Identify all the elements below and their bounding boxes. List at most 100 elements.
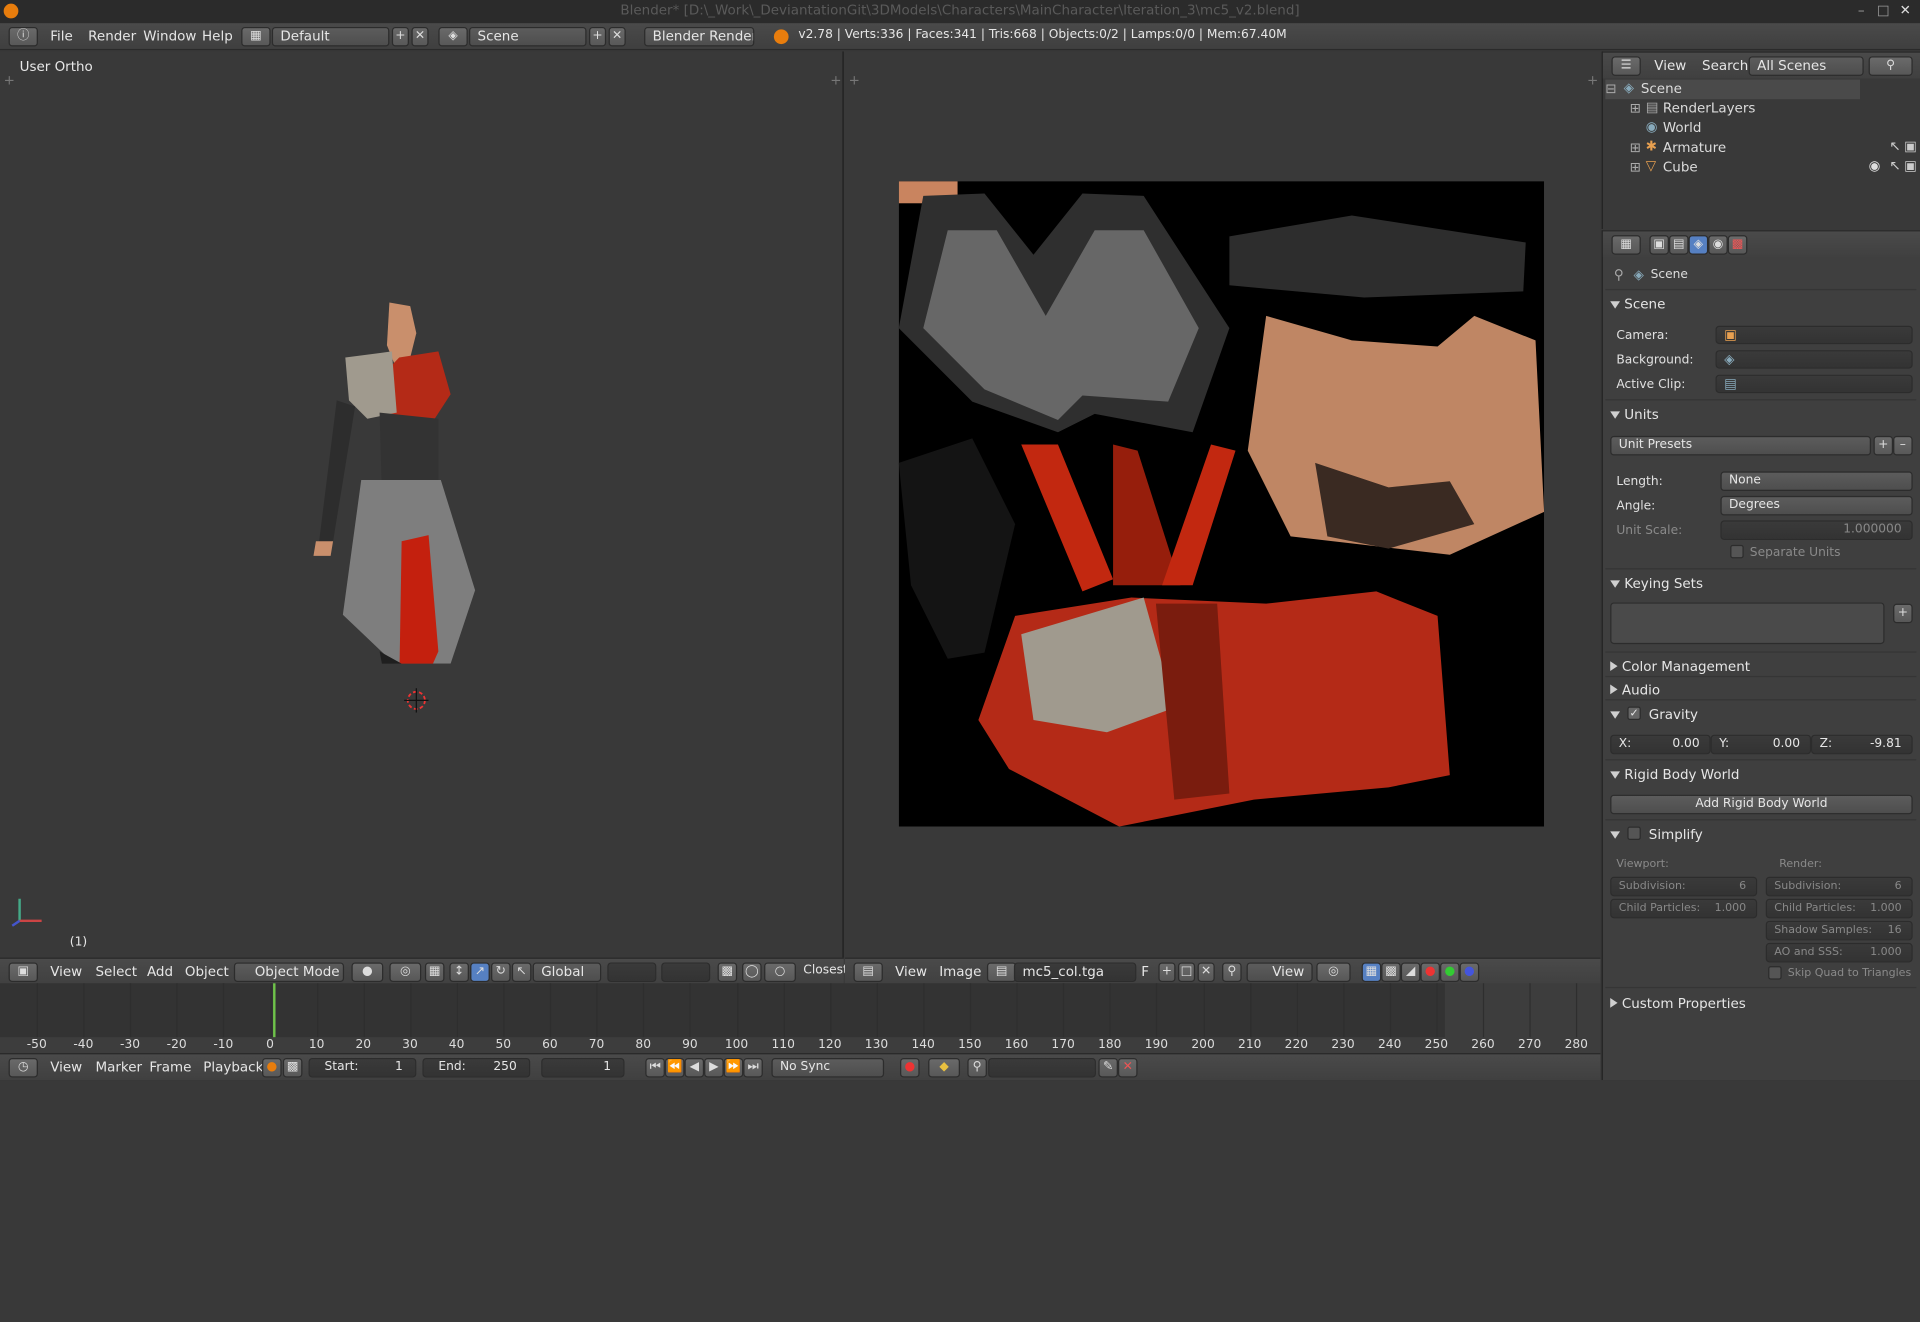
panel-rigid-body-header[interactable]: Rigid Body World [1610,767,1739,782]
active-clip-field[interactable]: ▤ [1715,374,1913,394]
eye-icon[interactable]: ◉ [1869,158,1881,174]
proportional-edit-icon[interactable]: ◯ [742,962,762,983]
add-rigid-body-world-button[interactable]: Add Rigid Body World [1610,794,1913,815]
menu-object[interactable]: Object [185,964,229,980]
remove-layout-icon[interactable]: ✕ [411,26,429,47]
panel-custom-properties-header[interactable]: Custom Properties [1610,996,1746,1011]
corner-plus-icon[interactable]: + [830,72,841,88]
unit-scale-field[interactable]: 1.000000 [1720,520,1913,541]
panel-color-management-header[interactable]: Color Management [1610,659,1750,675]
prev-keyframe-icon[interactable]: ⏪ [664,1057,685,1078]
outliner-row-renderlayers[interactable]: ⊞ ▤ RenderLayers [1605,99,1860,119]
render-subdivision-field[interactable]: Subdivision: 6 [1765,876,1913,897]
lock-range-icon[interactable]: ▩ [282,1057,303,1078]
add-scene-icon[interactable]: + [588,26,607,47]
editor-type-timeline-icon[interactable]: ◷ [8,1057,38,1078]
background-field[interactable]: ◈ [1715,350,1913,369]
panel-keying-sets-header[interactable]: Keying Sets [1610,576,1703,591]
panel-gravity-header[interactable]: ✓ Gravity [1610,706,1698,722]
menu-help[interactable]: Help [202,28,233,44]
view-mode-dropdown[interactable]: View [1246,962,1313,983]
editor-type-properties-icon[interactable]: ▦ [1611,235,1641,255]
character-model[interactable] [294,296,490,664]
transform-orientation-dropdown[interactable]: Global [532,962,602,983]
search-icon[interactable]: ⚲ [1868,56,1913,76]
uv-image-editor[interactable]: + + [844,51,1601,958]
preview-range-icon[interactable]: ● [262,1057,282,1078]
camera-field[interactable]: ▣ [1715,325,1913,345]
add-preset-icon[interactable]: + [1873,435,1894,456]
scale-manipulator-icon[interactable]: ↖ [511,962,532,983]
record-icon[interactable]: ● [900,1057,920,1078]
manipulator-icon[interactable]: ↕ [449,962,469,983]
rotate-manipulator-icon[interactable]: ↻ [491,962,511,983]
gravity-z-field[interactable]: Z: -9.81 [1811,734,1913,755]
viewport-child-particles-field[interactable]: Child Particles: 1.000 [1610,898,1758,919]
scene-icon[interactable]: ◈ [438,26,468,47]
mode-dropdown[interactable]: Object Mode [233,962,345,983]
add-layout-icon[interactable]: + [391,26,409,47]
select-arrow-icon[interactable]: ↖ [1889,138,1900,154]
display-mode-dropdown[interactable]: All Scenes [1748,56,1864,76]
render-engine-dropdown[interactable]: Blender Render [644,26,755,47]
play-icon[interactable]: ▶ [704,1057,724,1078]
start-frame-field[interactable]: Start: 1 [308,1057,417,1078]
new-image-icon[interactable]: + [1158,962,1176,983]
jump-start-icon[interactable]: ⏮ [645,1057,665,1078]
editor-type-info-icon[interactable]: ⓘ [8,26,38,47]
separate-units-checkbox[interactable] [1730,544,1744,559]
limit-selection-icon[interactable]: ▦ [424,962,445,983]
editor-type-outliner-icon[interactable]: ☰ [1611,56,1641,76]
play-reverse-icon[interactable]: ◀ [684,1057,705,1078]
menu-playback[interactable]: Playback [203,1059,263,1075]
gravity-x-field[interactable]: X: 0.00 [1610,734,1711,755]
render-camera-icon[interactable]: ▣ [1904,138,1917,154]
snap-target-label[interactable]: Closest [803,964,848,977]
world-tab-icon[interactable]: ◉ [1708,235,1728,255]
panel-scene-header[interactable]: Scene [1610,296,1665,312]
menu-view[interactable]: View [50,964,82,980]
layers-grid-a[interactable] [607,962,657,983]
outliner-row-armature[interactable]: ⊞ ✱ Armature ↖ ▣ [1605,138,1917,158]
menu-search[interactable]: Search [1702,58,1748,74]
length-dropdown[interactable]: None [1720,471,1913,492]
menu-window[interactable]: Window [143,28,196,44]
open-image-icon[interactable]: □ [1177,962,1196,983]
menu-marker[interactable]: Marker [96,1059,143,1075]
scene-tab-icon[interactable]: ◈ [1688,235,1709,255]
browse-image-icon[interactable]: ▤ [986,962,1017,983]
remove-preset-icon[interactable]: – [1893,435,1913,456]
unit-presets-dropdown[interactable]: Unit Presets [1610,435,1872,456]
panel-audio-header[interactable]: Audio [1610,682,1660,698]
end-frame-field[interactable]: End: 250 [422,1057,531,1078]
render-child-particles-field[interactable]: Child Particles: 1.000 [1765,898,1913,919]
menu-view[interactable]: View [50,1059,82,1075]
gravity-y-field[interactable]: Y: 0.00 [1710,734,1812,755]
green-channel-icon[interactable]: ● [1440,962,1460,983]
panel-simplify-header[interactable]: Simplify [1610,826,1703,842]
delete-keyframe-icon[interactable]: ✕ [1117,1057,1138,1078]
render-camera-icon[interactable]: ▣ [1904,158,1917,174]
editor-type-3d-icon[interactable]: ▣ [8,962,38,983]
corner-plus-icon[interactable]: + [849,72,860,88]
menu-add[interactable]: Add [147,964,173,980]
red-channel-icon[interactable]: ● [1420,962,1441,983]
render-tab-icon[interactable]: ▣ [1649,235,1669,255]
next-keyframe-icon[interactable]: ⏩ [723,1057,744,1078]
ao-sss-field[interactable]: AO and SSS: 1.000 [1765,942,1913,963]
skip-quad-checkbox[interactable] [1768,966,1782,980]
snap-element-icon[interactable]: ○ [764,962,796,983]
menu-view[interactable]: View [895,964,927,980]
display-zbuffer-icon[interactable]: ◢ [1400,962,1421,983]
simplify-checkbox[interactable] [1627,826,1641,841]
pin-image-icon[interactable]: ⚲ [1222,962,1242,983]
editor-type-image-icon[interactable]: ▤ [853,962,883,983]
timeline[interactable]: -50 -40 -30 -20 -10 0 10 20 30 40 50 60 70 80 90 100 110… [0,983,1601,1054]
layers-grid-b[interactable] [661,962,711,983]
menu-image[interactable]: Image [939,964,981,980]
menu-select[interactable]: Select [96,964,138,980]
outliner-row-cube[interactable]: ⊞ ▽ Cube ◉ ↖ ▣ [1605,158,1917,178]
jump-end-icon[interactable]: ⏭ [743,1057,763,1078]
menu-view[interactable]: View [1654,58,1686,74]
scene-field[interactable]: Scene [468,26,587,47]
